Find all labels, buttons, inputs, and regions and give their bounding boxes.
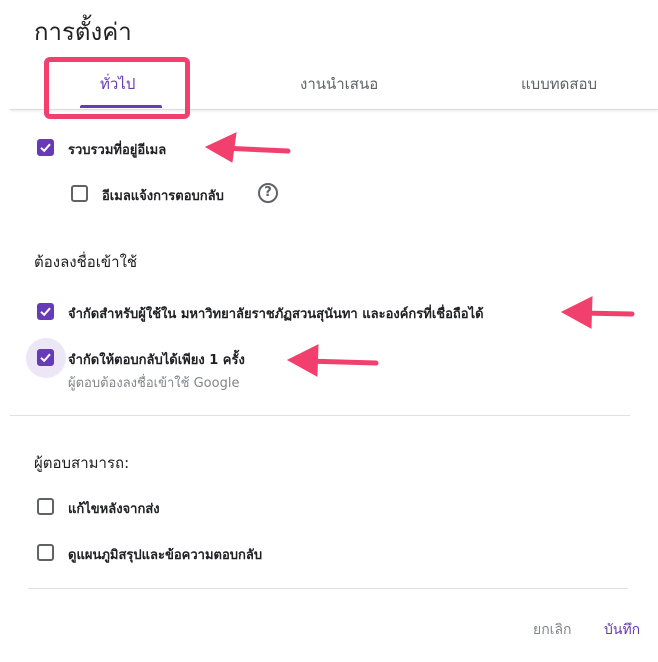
annotation-arrow-icon [560, 296, 635, 329]
annotation-arrow-icon [286, 344, 379, 377]
annotation-arrow-icon [204, 132, 291, 163]
annotation-arrows [204, 132, 635, 377]
